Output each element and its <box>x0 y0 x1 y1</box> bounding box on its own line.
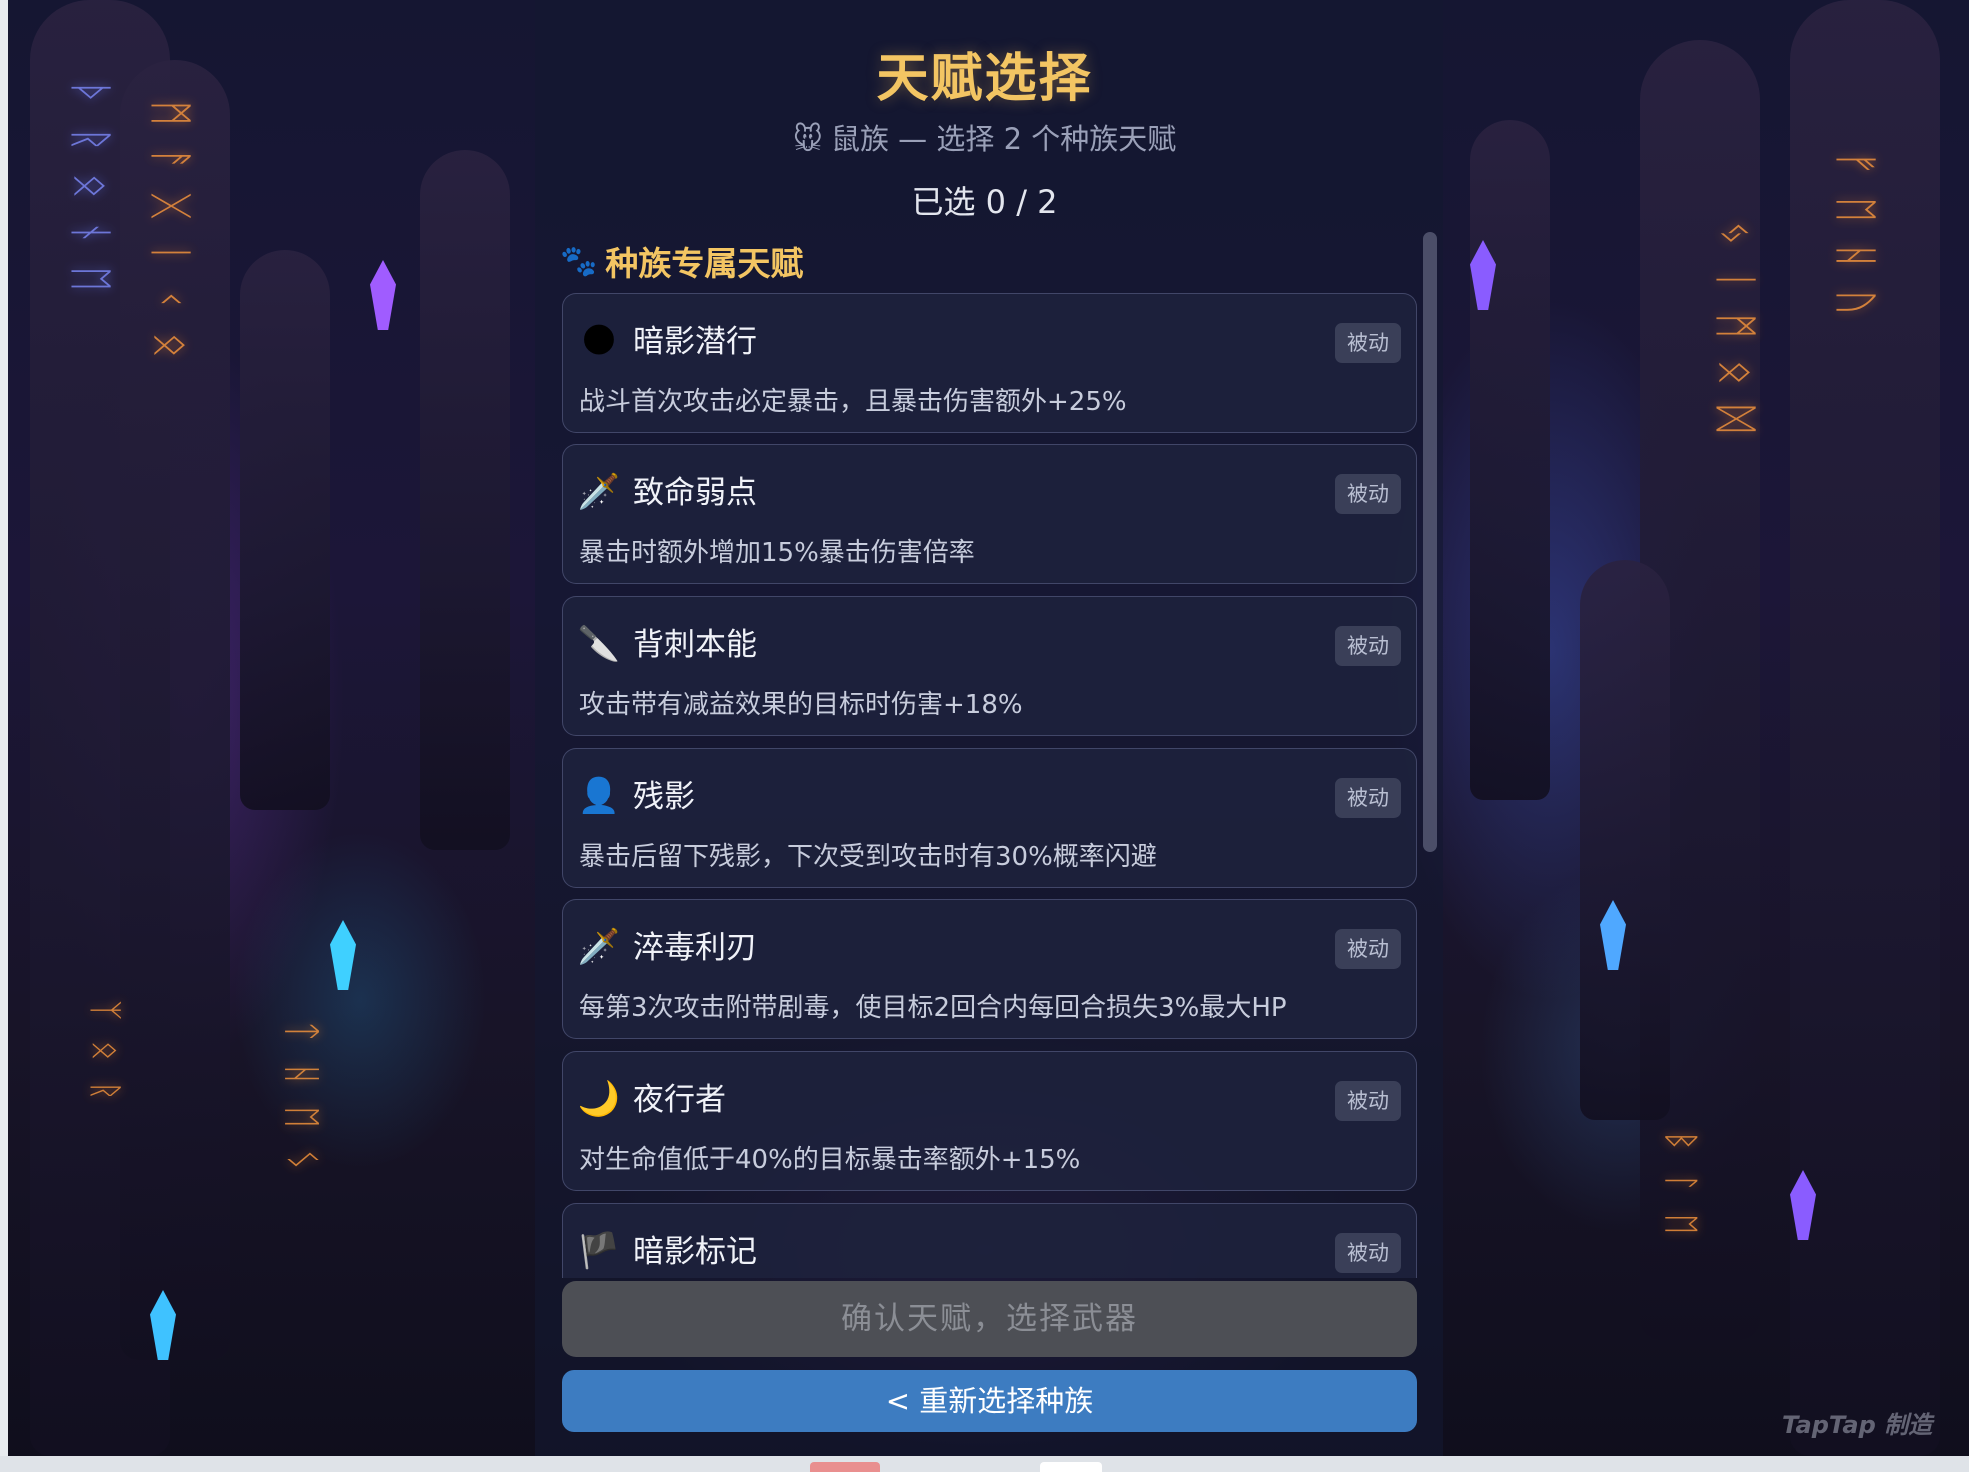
purple-crystal <box>370 260 396 330</box>
talent-card[interactable]: 🌑 暗影潜行 被动 战斗首次攻击必定暴击，且暴击伤害额外+25% <box>562 293 1417 433</box>
passive-badge: 被动 <box>1335 1233 1401 1273</box>
page-title: 天赋选择 <box>876 49 1093 109</box>
silhouette-icon: 👤 <box>577 776 621 816</box>
passive-badge: 被动 <box>1335 1081 1401 1121</box>
talent-desc: 对生命值低于40%的目标暴击率额外+15% <box>579 1145 1081 1175</box>
dagger-icon: 🗡️ <box>577 472 621 512</box>
mouse-icon: 🐭 <box>792 122 823 156</box>
talent-desc: 暴击后留下残影，下次受到攻击时有30%概率闪避 <box>579 842 1157 872</box>
talent-desc: 战斗首次攻击必定暴击，且暴击伤害额外+25% <box>579 387 1127 417</box>
rune-glyphs: ᛃᛁᛗᛟᛞ <box>1710 220 1761 452</box>
talent-name: 淬毒利刃 <box>633 930 757 966</box>
passive-badge: 被动 <box>1335 626 1401 666</box>
left-pillar-4 <box>420 150 510 850</box>
passive-badge: 被动 <box>1335 323 1401 363</box>
talent-card[interactable]: 🗡️ 淬毒利刃 被动 每第3次攻击附带剧毒，使目标2回合内每回合损失3%最大HP <box>562 899 1417 1039</box>
rune-glyphs: ᛉᛟᚱ <box>85 1000 125 1122</box>
crescent-moon-icon: 🌙 <box>577 1079 621 1119</box>
bottom-chip <box>1040 1462 1102 1472</box>
selection-counter: 已选 0 / 2 <box>911 183 1058 221</box>
subtitle-text: 鼠族 — 选择 2 个种族天赋 <box>830 122 1177 156</box>
bottom-chip <box>810 1462 880 1472</box>
bottom-bar <box>0 1456 1969 1472</box>
talent-card[interactable]: 🔪 背刺本能 被动 攻击带有减益效果的目标时伤害+18% <box>562 596 1417 736</box>
right-pillar-4 <box>1580 560 1670 1120</box>
blue-crystal <box>330 920 356 990</box>
knife-icon: 🔪 <box>577 624 621 664</box>
page-subtitle: 🐭 鼠族 — 选择 2 个种族天赋 <box>0 116 1969 158</box>
left-pillar-3 <box>240 250 330 810</box>
passive-badge: 被动 <box>1335 929 1401 969</box>
confirm-talent-button[interactable]: 确认天赋，选择武器 <box>562 1281 1417 1357</box>
talent-name: 暗影潜行 <box>633 324 757 360</box>
taptap-watermark: TapTap 制造 <box>1782 1411 1933 1439</box>
talent-name: 夜行者 <box>633 1082 726 1118</box>
talent-card[interactable]: 🗡️ 致命弱点 被动 暴击时额外增加15%暴击伤害倍率 <box>562 444 1417 584</box>
dagger-icon: 🗡️ <box>577 927 621 967</box>
rune-glyphs: ᛏᚺᛖᛊ <box>280 1020 324 1192</box>
passive-badge: 被动 <box>1335 778 1401 818</box>
talent-card[interactable]: 🌙 夜行者 被动 对生命值低于40%的目标暴击率额外+15% <box>562 1051 1417 1191</box>
talent-name: 暗影标记 <box>633 1234 757 1270</box>
rune-glyphs: ᛒᛚᛖ <box>1660 1130 1701 1255</box>
talent-list[interactable]: 🌑 暗影潜行 被动 战斗首次攻击必定暴击，且暴击伤害额外+25% 🗡️ 致命弱点… <box>562 293 1417 1278</box>
reselect-race-button[interactable]: < 重新选择种族 <box>562 1370 1417 1432</box>
black-flag-icon: 🏴 <box>577 1231 621 1271</box>
moon-icon: 🌑 <box>581 321 617 361</box>
talent-name: 残影 <box>633 779 695 815</box>
talent-card[interactable]: 👤 残影 被动 暴击后留下残影，下次受到攻击时有30%概率闪避 <box>562 748 1417 888</box>
section-header: 🐾 种族专属天赋 <box>560 238 803 284</box>
talent-card[interactable]: 🏴 暗影标记 被动 <box>562 1203 1417 1278</box>
talent-desc: 攻击带有减益效果的目标时伤害+18% <box>579 690 1023 720</box>
talent-name: 致命弱点 <box>633 475 757 511</box>
talent-desc: 每第3次攻击附带剧毒，使目标2回合内每回合损失3%最大HP <box>579 993 1287 1023</box>
list-scrollbar[interactable] <box>1423 232 1437 852</box>
paw-icon: 🐾 <box>560 243 598 279</box>
section-title: 种族专属天赋 <box>605 244 804 283</box>
talent-desc: 暴击时额外增加15%暴击伤害倍率 <box>579 538 975 568</box>
passive-badge: 被动 <box>1335 474 1401 514</box>
talent-name: 背刺本能 <box>633 627 757 663</box>
